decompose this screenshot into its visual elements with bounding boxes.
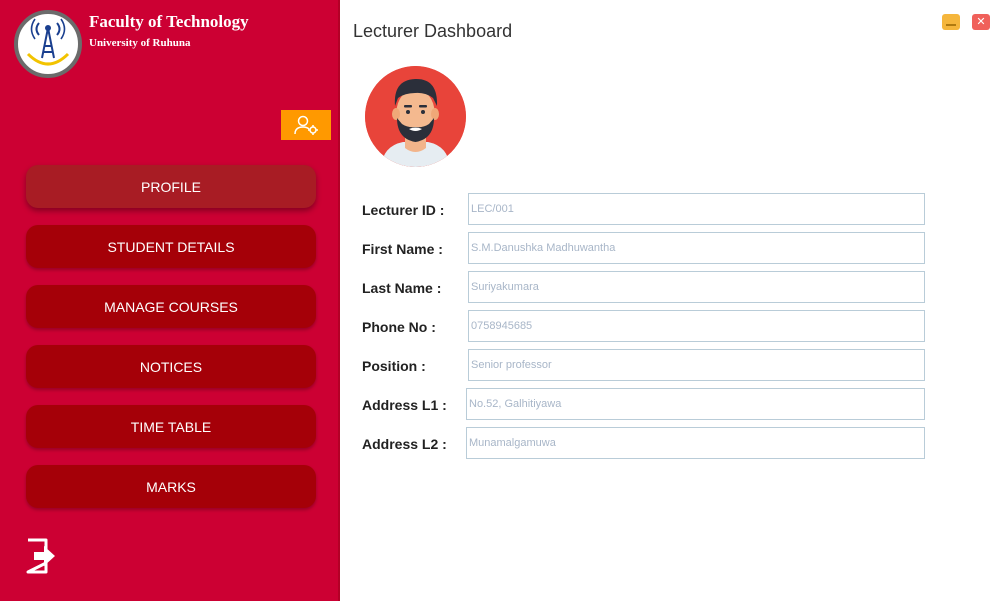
address-line1-label: Address L1 : <box>362 397 447 413</box>
nav-notices-button[interactable]: NOTICES <box>26 345 316 388</box>
nav-profile-button[interactable]: PROFILE <box>26 165 316 208</box>
last-name-field[interactable]: Suriyakumara <box>468 271 925 303</box>
minimize-button[interactable] <box>942 14 960 30</box>
address-line2-label: Address L2 : <box>362 436 447 452</box>
profile-settings-button[interactable] <box>281 110 331 140</box>
first-name-field[interactable]: S.M.Danushka Madhuwantha <box>468 232 925 264</box>
lecturer-avatar <box>365 66 466 167</box>
address-line1-field[interactable]: No.52, Galhitiyawa <box>466 388 925 420</box>
position-field[interactable]: Senior professor <box>468 349 925 381</box>
faculty-title: Faculty of Technology <box>89 12 249 31</box>
last-name-label: Last Name : <box>362 280 442 296</box>
address-line2-field[interactable]: Munamalgamuwa <box>466 427 925 459</box>
close-button[interactable]: ✕ <box>972 14 990 30</box>
lecturer-id-field[interactable]: LEC/001 <box>468 193 925 225</box>
nav-manage-courses-button[interactable]: MANAGE COURSES <box>26 285 316 328</box>
sidebar: Faculty of Technology University of Ruhu… <box>0 0 340 601</box>
logout-icon <box>26 538 55 574</box>
sidebar-divider <box>338 0 340 601</box>
nav-marks-button[interactable]: MARKS <box>26 465 316 508</box>
page-title: Lecturer Dashboard <box>353 21 513 41</box>
first-name-label: First Name : <box>362 241 443 257</box>
phone-no-field[interactable]: 0758945685 <box>468 310 925 342</box>
position-label: Position : <box>362 358 426 374</box>
faculty-logo <box>14 10 82 78</box>
logout-button[interactable] <box>24 537 58 575</box>
nav-time-table-button[interactable]: TIME TABLE <box>26 405 316 448</box>
lecturer-id-label: Lecturer ID : <box>362 202 445 218</box>
nav-student-details-button[interactable]: STUDENT DETAILS <box>26 225 316 268</box>
university-name: University of Ruhuna <box>89 37 191 49</box>
phone-no-label: Phone No : <box>362 319 436 335</box>
user-settings-icon <box>294 115 318 135</box>
